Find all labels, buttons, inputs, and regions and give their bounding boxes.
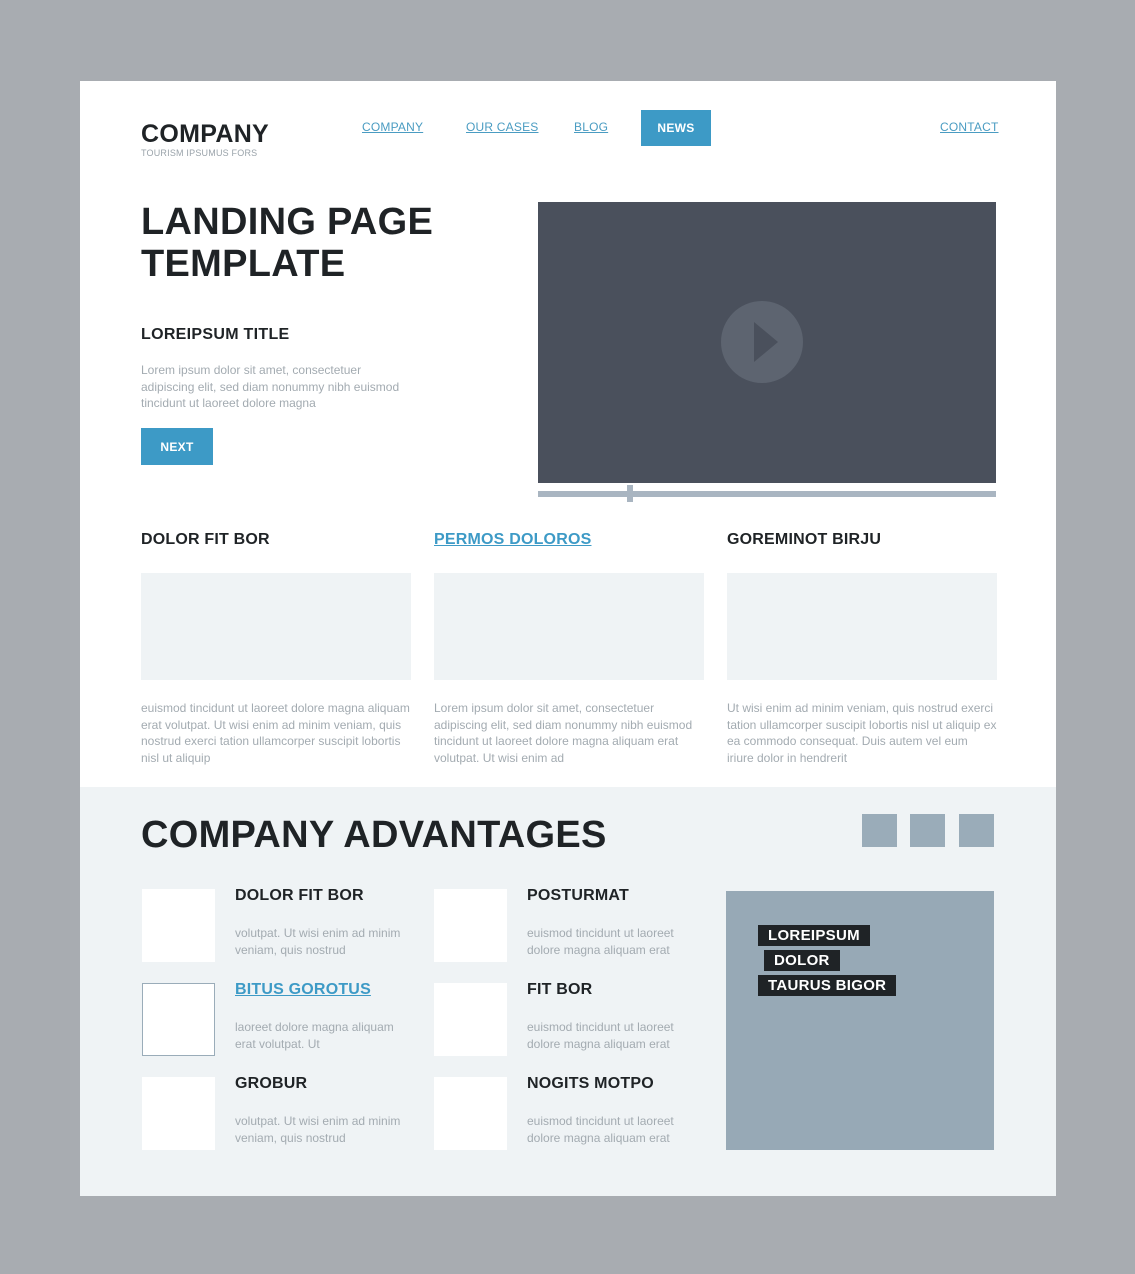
- hero-text: Lorem ipsum dolor sit amet, consectetuer…: [141, 363, 400, 410]
- advantage-title: NOGITS MOTPO: [527, 1075, 654, 1092]
- feature-column: PERMOS DOLOROS Lorem ipsum dolor sit ame…: [434, 531, 704, 766]
- column-title: DOLOR FIT BOR: [141, 531, 270, 548]
- column-title-link[interactable]: PERMOS DOLOROS: [434, 531, 704, 553]
- advantage-text: euismod tincidunt ut laoreet dolore magn…: [527, 1020, 674, 1051]
- advantage-image: [434, 983, 507, 1056]
- nav-link-company[interactable]: COMPANY: [362, 120, 423, 134]
- video-progress-bar[interactable]: [538, 491, 996, 497]
- image-placeholder: [727, 573, 997, 680]
- hero-title-line: TEMPLATE: [141, 243, 346, 285]
- image-placeholder: [141, 573, 411, 680]
- advantage-text: volutpat. Ut wisi enim ad minim veniam, …: [235, 926, 401, 957]
- hero-title: LANDING PAGE TEMPLATE: [141, 201, 481, 285]
- advantage-title: DOLOR FIT BOR: [235, 887, 364, 904]
- feature-tag: DOLOR: [764, 950, 840, 971]
- video-player[interactable]: [538, 202, 996, 483]
- nav-link-contact[interactable]: CONTACT: [940, 120, 999, 134]
- advantage-image: [142, 1077, 215, 1150]
- next-button[interactable]: NEXT: [141, 428, 213, 465]
- advantage-title-link[interactable]: BITUS GOROTUS: [235, 981, 371, 999]
- logo-tagline: TOURISM IPSUMUS FORS: [141, 148, 258, 158]
- advantage-image: [434, 1077, 507, 1150]
- hero-title-line: LANDING PAGE: [141, 201, 434, 243]
- nav-button-news[interactable]: NEWS: [641, 110, 711, 146]
- advantage-image: [434, 889, 507, 962]
- feature-column: DOLOR FIT BOR euismod tincidunt ut laore…: [141, 531, 411, 766]
- advantages-title: COMPANY ADVANTAGES: [141, 814, 607, 856]
- advantage-title: POSTURMAT: [527, 887, 629, 904]
- feature-tag: LOREIPSUM: [758, 925, 870, 946]
- video-progress-handle[interactable]: [626, 485, 633, 502]
- column-text: Lorem ipsum dolor sit amet, consectetuer…: [434, 701, 693, 765]
- advantage-text: euismod tincidunt ut laoreet dolore magn…: [527, 1114, 674, 1145]
- column-text: Ut wisi enim ad minim veniam, quis nostr…: [727, 701, 997, 765]
- square-icon[interactable]: [959, 814, 994, 847]
- column-title: GOREMINOT BIRJU: [727, 531, 882, 548]
- square-icon[interactable]: [862, 814, 897, 847]
- advantage-text: volutpat. Ut wisi enim ad minim veniam, …: [235, 1114, 401, 1145]
- hero-subtitle: LOREIPSUM TITLE: [141, 326, 290, 343]
- company-logo[interactable]: COMPANY TOURISM IPSUMUS FORS: [141, 121, 269, 158]
- feature-panel: LOREIPSUM DOLOR TAURUS BIGOR: [726, 891, 994, 1150]
- advantage-text: laoreet dolore magna aliquam erat volutp…: [235, 1020, 394, 1051]
- nav-link-blog[interactable]: BLOG: [574, 120, 608, 134]
- logo-name: COMPANY: [141, 120, 270, 148]
- nav-link-our-cases[interactable]: OUR CASES: [466, 120, 538, 134]
- advantages-section: COMPANY ADVANTAGES DOLOR FIT BOR volutpa…: [80, 787, 1056, 1196]
- feature-tag: TAURUS BIGOR: [758, 975, 897, 996]
- advantage-title: GROBUR: [235, 1075, 308, 1092]
- landing-page-mockup: COMPANY TOURISM IPSUMUS FORS COMPANY OUR…: [80, 81, 1056, 1196]
- advantage-text: euismod tincidunt ut laoreet dolore magn…: [527, 926, 674, 957]
- feature-column: GOREMINOT BIRJU Ut wisi enim ad minim ve…: [727, 531, 997, 766]
- play-icon[interactable]: [721, 301, 803, 383]
- advantage-image: [142, 889, 215, 962]
- column-text: euismod tincidunt ut laoreet dolore magn…: [141, 701, 410, 765]
- image-placeholder: [434, 573, 704, 680]
- advantage-image: [142, 983, 215, 1056]
- advantage-title: FIT BOR: [527, 981, 593, 998]
- square-icon[interactable]: [910, 814, 945, 847]
